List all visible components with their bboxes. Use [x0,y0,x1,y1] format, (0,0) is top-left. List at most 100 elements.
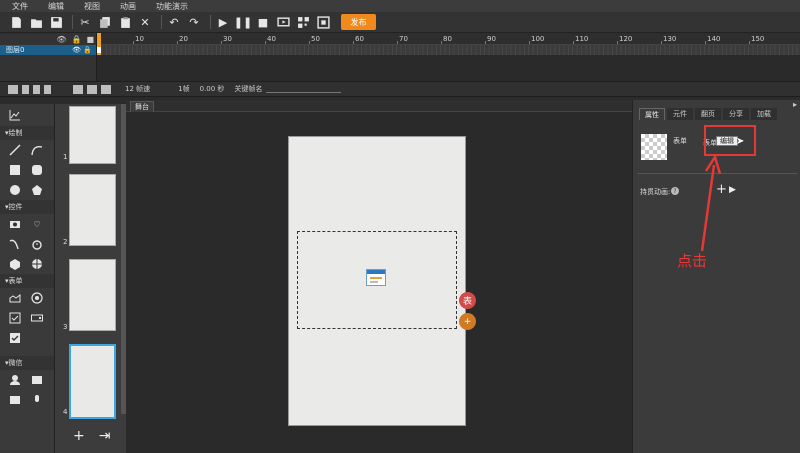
circle-icon[interactable] [9,184,21,196]
tab-components[interactable]: 元件 [667,108,693,120]
page-thumbnail-2[interactable] [69,174,116,246]
layer-visibility-icon[interactable]: 👁 🔒 [72,46,92,54]
insert-frame-icon[interactable] [73,84,83,94]
radio-icon[interactable] [31,292,43,304]
section-form[interactable]: ▾ 表单 [0,274,54,288]
frame-track[interactable] [97,45,800,55]
save-icon[interactable] [48,14,64,30]
form-icon-line [370,281,378,283]
rounded-rectangle-icon[interactable] [31,164,43,176]
undo-icon[interactable]: ↶ [166,14,182,30]
properties-panel: ▸ 属性 元件 翻页 分享 加载 表单 表单 编辑 ➤ 持贯动画: ? + ▶ … [632,100,800,453]
eye-icon[interactable]: 👁 [56,35,66,44]
tab-stage[interactable]: 舞台 [130,101,154,112]
timeline: 👁 🔒 ■ 图层0 👁 🔒 10 20 30 40 50 60 70 80 90 100 110 12… [0,33,800,81]
form-badge[interactable]: 表 [459,292,476,309]
ruler-mark [705,41,706,44]
layer-row[interactable]: 图层0 👁 🔒 [0,45,96,55]
paste-icon[interactable] [117,14,133,30]
copy-icon[interactable] [97,14,113,30]
ruler-tick: 50 [311,35,320,43]
page-thumbnail-1[interactable] [69,106,116,164]
insert-keyframe-icon[interactable] [87,84,97,94]
tab-share[interactable]: 分享 [723,108,749,120]
camera-icon[interactable] [9,218,21,230]
dropdown-icon[interactable] [31,312,43,324]
path-icon[interactable] [9,238,21,250]
polygon-icon[interactable] [31,184,43,196]
redo-icon[interactable]: ↷ [186,14,202,30]
page-thumbnail-4[interactable] [69,344,116,419]
add-folder-icon[interactable] [22,84,29,94]
tool-row [0,104,54,126]
page-thumbnail-3[interactable] [69,259,116,331]
ruler-mark [529,41,530,44]
outline-icon[interactable]: ■ [86,35,94,44]
checkbox-icon[interactable] [9,312,21,324]
delete-layer-icon[interactable] [33,84,40,94]
pause-icon[interactable]: ❚❚ [234,14,252,30]
menu-animation[interactable]: 动画 [120,1,136,12]
heart-icon[interactable]: ♡ [31,218,43,230]
keyframe[interactable] [97,47,101,53]
tab-loading[interactable]: 加载 [751,108,777,120]
play-animation-icon[interactable]: ▶ [729,185,736,195]
lock-icon[interactable]: 🔒 [71,35,81,44]
menu-view[interactable]: 视图 [84,1,100,12]
play-icon[interactable]: ▶ [215,14,231,30]
preview-icon[interactable] [275,14,291,30]
form-component-icon[interactable] [366,269,386,286]
chart-icon[interactable] [9,109,21,121]
form-icon-line [370,277,382,279]
page-thumbnails: 1 2 3 4 + ⇥ [55,104,126,453]
mic-icon[interactable] [31,394,43,406]
globe-icon[interactable] [31,258,43,270]
user-icon[interactable] [9,374,21,386]
rectangle-icon[interactable] [9,164,21,176]
keyframe-name-input[interactable] [266,85,342,93]
tab-paging[interactable]: 翻页 [695,108,721,120]
delete-frame-icon[interactable] [101,84,111,94]
timer-icon[interactable] [31,238,43,250]
submit-check-icon[interactable] [9,332,21,344]
qrcode-icon[interactable] [295,14,311,30]
new-icon[interactable] [8,14,24,30]
line-icon[interactable] [9,144,21,156]
menu-edit[interactable]: 编辑 [48,1,64,12]
add-badge[interactable]: + [459,313,476,330]
layer-name: 图层0 [6,46,25,54]
help-icon[interactable]: ? [671,187,679,195]
ruler-tick: 90 [487,35,496,43]
tool-row [0,140,54,160]
tool-row [0,254,54,274]
add-layer-icon[interactable] [8,84,18,94]
delete-icon[interactable]: ✕ [137,14,153,30]
section-draw[interactable]: ▾ 绘制 [0,126,54,140]
section-controls[interactable]: ▾ 控件 [0,200,54,214]
toolbar: ✂ ✕ ↶ ↷ ▶ ❚❚ ■ 发布 [0,12,800,33]
cut-icon[interactable]: ✂ [77,14,93,30]
tab-properties[interactable]: 属性 [639,108,665,120]
cube-icon[interactable] [9,258,21,270]
curve-icon[interactable] [31,144,43,156]
add-page-icon[interactable]: + [73,428,85,444]
annotation-arrow-icon [700,155,722,252]
image-icon[interactable] [9,394,21,406]
publish-button[interactable]: 发布 [341,14,376,30]
frame-rate[interactable]: 12 帧速 [125,84,150,94]
section-wechat[interactable]: ▾ 微信 [0,356,54,370]
open-icon[interactable] [28,14,44,30]
form-icon-header [367,270,385,274]
tool-row [0,370,54,390]
fullscreen-icon[interactable] [315,14,331,30]
ruler-mark [749,41,750,44]
menu-file[interactable]: 文件 [12,1,28,12]
input-field-icon[interactable] [9,292,21,304]
ruler-tick: 80 [443,35,452,43]
card-icon[interactable] [31,374,43,386]
frame-ruler[interactable]: 10 20 30 40 50 60 70 80 90 100 110 120 130 140 150 [97,33,800,45]
layer-options-icon[interactable] [44,84,51,94]
menu-demo[interactable]: 功能演示 [156,1,188,12]
import-page-icon[interactable]: ⇥ [99,428,111,444]
stop-icon[interactable]: ■ [255,14,271,30]
